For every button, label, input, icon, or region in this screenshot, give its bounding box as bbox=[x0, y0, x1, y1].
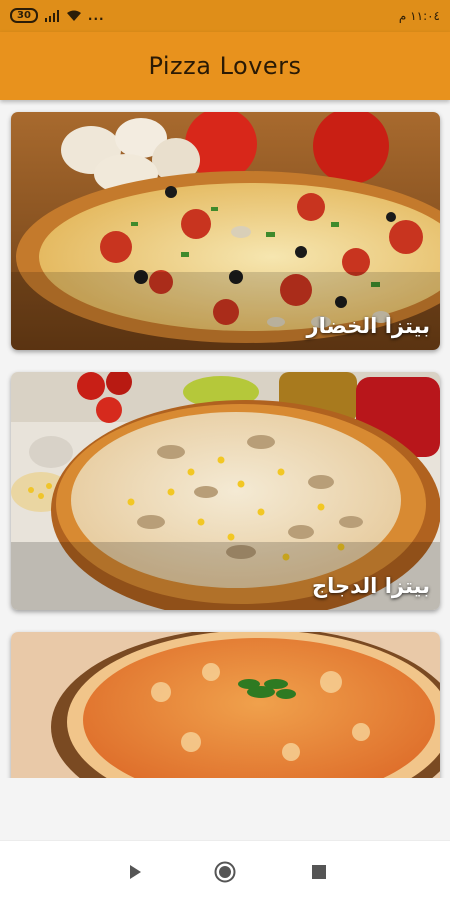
pizza-card-chicken[interactable]: بيتزا الدجاج bbox=[11, 372, 440, 610]
bottom-spacer bbox=[0, 778, 450, 840]
back-triangle-icon[interactable] bbox=[124, 861, 146, 883]
app-bar: Pizza Lovers bbox=[0, 32, 450, 100]
battery-icon: 30 bbox=[10, 8, 38, 23]
home-circle-icon[interactable] bbox=[214, 861, 236, 883]
recents-square-icon[interactable] bbox=[308, 861, 330, 883]
clock: ١١:٠٤ م bbox=[398, 9, 440, 23]
card-label-vegetable: بيتزا الخضار bbox=[306, 314, 431, 338]
margherita-pizza-photo bbox=[11, 632, 440, 778]
pizza-card-margherita[interactable] bbox=[11, 632, 440, 778]
system-nav-bar bbox=[0, 840, 450, 901]
signal-icon bbox=[44, 9, 60, 22]
pizza-list[interactable]: بيتزا الخضار بيتزا الدجاج bbox=[0, 100, 450, 778]
status-icons: 30 ... bbox=[10, 8, 105, 23]
card-label-chicken: بيتزا الدجاج bbox=[312, 574, 430, 598]
status-bar: 30 ... ١١:٠٤ م bbox=[0, 0, 450, 32]
app-title: Pizza Lovers bbox=[148, 52, 302, 80]
wifi-icon bbox=[66, 10, 82, 22]
more-dots-icon: ... bbox=[87, 8, 105, 23]
pizza-card-vegetable[interactable]: بيتزا الخضار bbox=[11, 112, 440, 350]
